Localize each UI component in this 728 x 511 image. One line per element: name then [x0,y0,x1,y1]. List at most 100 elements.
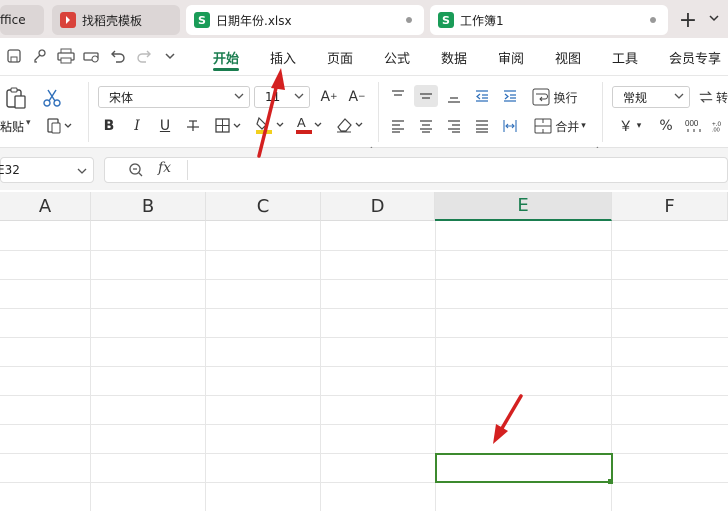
tab-office[interactable]: ffice [0,5,44,35]
annotation-arrow-cell-icon [493,394,523,444]
convert-button[interactable]: 转 [698,86,728,108]
justify-icon[interactable] [472,116,492,136]
column-header-a[interactable]: A [0,192,91,221]
ribbon-divider [602,82,603,142]
formula-input[interactable] [104,157,728,183]
align-top-icon[interactable] [388,86,408,106]
menu-member[interactable]: 会员专享 [669,48,721,67]
tab-label: 工作簿1 [460,13,504,28]
borders-icon[interactable] [214,116,244,136]
merge-cells-icon [534,118,552,134]
chevron-down-icon [234,91,244,104]
menu-page[interactable]: 页面 [327,48,353,67]
menu-tools[interactable]: 工具 [612,48,638,67]
insert-function-button[interactable]: fx [158,160,171,176]
clear-format-icon[interactable] [334,114,366,136]
decrease-indent-icon[interactable] [472,86,492,106]
ribbon-divider [88,82,89,142]
ribbon-divider [378,82,379,142]
quick-access-more-chevron-icon[interactable] [160,46,180,66]
distribute-icon[interactable] [500,116,520,136]
column-header-b[interactable]: B [91,192,206,221]
tab-docer-templates[interactable]: 找稻壳模板 [52,5,180,35]
column-header-e[interactable]: E [435,192,612,221]
column-header-c[interactable]: C [206,192,321,221]
align-left-icon[interactable] [388,116,408,136]
svg-text:000: 000 [685,119,699,128]
fill-handle[interactable] [608,479,613,484]
format-painter-icon[interactable] [44,116,74,136]
merge-cells-label: 合并 [555,119,580,134]
tab-label: 日期年份.xlsx [216,13,292,28]
menu-data[interactable]: 数据 [441,48,467,67]
convert-label: 转 [715,90,728,105]
column-header-d[interactable]: D [321,192,435,221]
chevron-down-icon [674,91,684,104]
decrease-font-size-icon[interactable]: A − [346,86,368,108]
italic-button[interactable]: I [128,116,146,136]
align-bottom-icon[interactable] [444,86,464,106]
column-header-f[interactable]: F [612,192,728,221]
number-format-select[interactable]: 常规 [612,86,690,108]
font-size-select[interactable]: 11 [254,86,310,108]
name-box-value: E32 [0,163,20,177]
spreadsheet-s-icon: S [438,12,454,28]
percent-button[interactable]: % [656,116,676,136]
menu-review[interactable]: 审阅 [498,48,524,67]
chevron-down-icon[interactable] [77,165,87,179]
tab-workbook1[interactable]: S 工作簿1 [430,5,668,35]
increase-font-size-icon[interactable]: A + [318,86,340,108]
fill-color-icon[interactable] [254,114,288,136]
paste-label[interactable]: 粘贴 [0,118,24,135]
strikethrough-icon[interactable] [184,116,202,136]
paste-chevron-icon[interactable]: ▾ [26,118,31,128]
grid-line [0,279,728,280]
align-right-icon[interactable] [444,116,464,136]
wrap-text-button[interactable]: 换行 [530,86,580,108]
grid-line [0,366,728,367]
menu-home[interactable]: 开始 [213,48,239,67]
svg-text:.00: .00 [712,128,720,134]
save-icon[interactable] [4,46,24,66]
align-center-icon[interactable] [416,116,436,136]
menu-view[interactable]: 视图 [555,48,581,67]
chevron-down-icon [294,91,304,104]
tab-list-chevron-icon[interactable] [708,12,722,26]
increase-indent-icon[interactable] [500,86,520,106]
thousands-separator-icon[interactable]: 000 [684,116,706,136]
share-key-icon[interactable] [30,46,50,66]
tab-unsaved-dot-icon[interactable] [650,17,656,23]
menu-formula[interactable]: 公式 [384,48,410,67]
font-color-icon[interactable]: A [294,114,326,136]
grid-line [0,453,728,454]
tab-unsaved-dot-icon[interactable] [406,17,412,23]
align-middle-icon[interactable] [414,85,438,107]
alignment-dialog-launcher-icon[interactable] [592,138,599,153]
grid-line [0,395,728,396]
merge-cells-button[interactable]: 合并 ▾ [530,115,590,137]
print-icon[interactable] [56,46,76,66]
menu-insert[interactable]: 插入 [270,48,296,67]
currency-button[interactable]: ￥ ▾ [614,116,646,136]
currency-symbol: ￥ [618,119,633,135]
new-tab-button[interactable]: + [676,6,700,34]
font-dialog-launcher-icon[interactable] [366,138,373,153]
print-preview-icon[interactable] [82,46,102,66]
increase-decimal-icon[interactable]: +.0.00 [712,116,728,136]
tab-date-year-file[interactable]: S 日期年份.xlsx [186,5,424,35]
undo-icon[interactable] [108,46,128,66]
redo-icon[interactable] [134,46,154,66]
grid-line [0,482,728,483]
bold-button[interactable]: B [100,116,118,136]
cut-icon[interactable] [40,86,64,110]
zoom-search-icon[interactable] [128,162,144,178]
font-name-select[interactable]: 宋体 [98,86,250,108]
paste-icon[interactable] [2,85,30,111]
wps-docer-icon [60,12,76,28]
svg-text:A: A [297,115,306,130]
menu-active-underline [213,68,239,71]
selected-cell-e32[interactable] [435,453,613,483]
underline-button[interactable]: U [156,116,174,136]
name-box[interactable]: E32 [0,157,94,183]
chevron-down-icon: ▾ [636,121,642,131]
